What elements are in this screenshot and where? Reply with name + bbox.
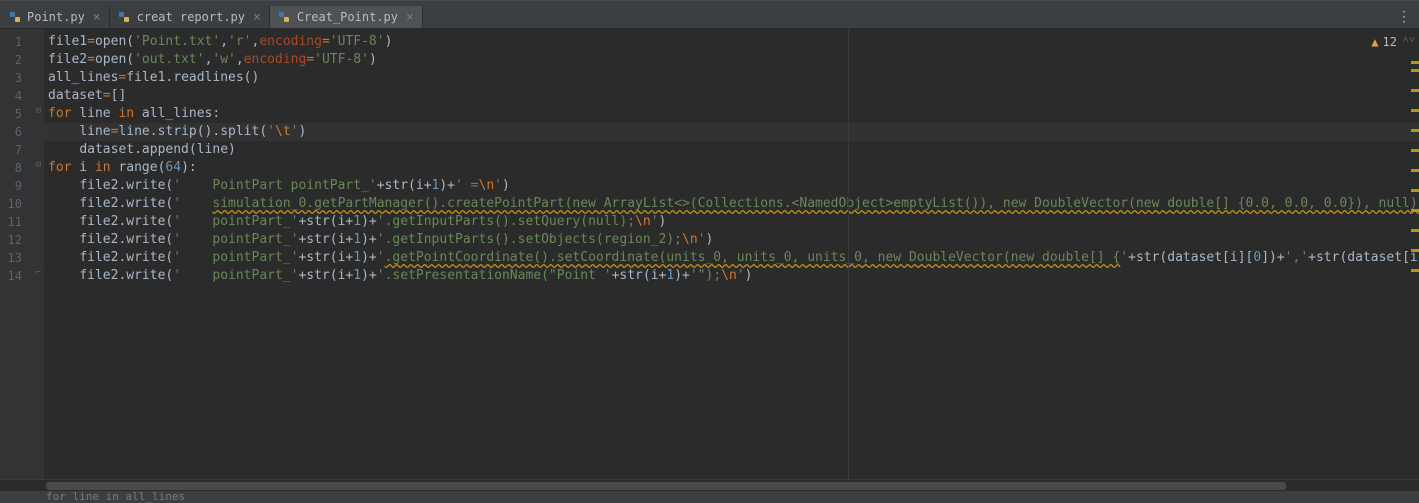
line-number: 12 [0,231,44,249]
warning-marker[interactable] [1411,149,1419,152]
line-number: 2 [0,51,44,69]
line-number: 8⊟ [0,159,44,177]
line-number: 7 [0,141,44,159]
error-stripe[interactable] [1409,59,1419,449]
line-number: 4 [0,87,44,105]
warning-marker[interactable] [1411,61,1419,64]
tab-label: Point.py [27,10,85,24]
horizontal-scrollbar[interactable] [0,479,1419,491]
right-margin-guide [848,29,849,479]
warning-count: 12 [1383,35,1397,49]
warning-marker[interactable] [1411,69,1419,72]
warning-marker[interactable] [1411,109,1419,112]
close-icon[interactable]: × [253,10,261,25]
code-line-9[interactable]: file2.write(' PointPart pointPart_'+str(… [44,177,1419,195]
breadcrumb-text: for line in all_lines [46,490,185,503]
close-icon[interactable]: × [406,10,414,25]
code-line-4[interactable]: dataset=[] [44,87,1419,105]
editor-tab-bar: Point.py × creat report.py × Creat_Point… [0,6,1419,29]
python-file-icon [8,10,22,24]
warning-marker[interactable] [1411,209,1419,212]
code-line-13[interactable]: file2.write(' pointPart_'+str(i+1)+'.get… [44,249,1419,267]
code-line-5[interactable]: for line in all_lines: [44,105,1419,123]
tab-creat-point-py[interactable]: Creat_Point.py × [270,6,423,28]
tab-menu-icon[interactable]: ⋮ [1389,9,1419,25]
warning-marker[interactable] [1411,189,1419,192]
warning-icon: ▲ [1371,35,1378,49]
line-number-gutter: 1 2 3 4 5⊟ 6 7 8⊟ 9 10 11 12 13 14⌐ [0,29,44,479]
code-line-3[interactable]: all_lines=file1.readlines() [44,69,1419,87]
warning-marker[interactable] [1411,169,1419,172]
code-line-8[interactable]: for i in range(64): [44,159,1419,177]
fold-icon[interactable]: ⊟ [32,107,41,116]
code-line-10[interactable]: file2.write(' simulation_0.getPartManage… [44,195,1419,213]
line-number: 3 [0,69,44,87]
warning-marker[interactable] [1411,249,1419,252]
line-number: 13 [0,249,44,267]
warning-marker[interactable] [1411,89,1419,92]
line-number: 1 [0,33,44,51]
warning-marker[interactable] [1411,229,1419,232]
code-editor[interactable]: 1 2 3 4 5⊟ 6 7 8⊟ 9 10 11 12 13 14⌐ file… [0,29,1419,479]
tab-label: creat report.py [137,10,245,24]
line-number: 6 [0,123,44,141]
code-line-14[interactable]: file2.write(' pointPart_'+str(i+1)+'.set… [44,267,1419,285]
tab-creat-report-py[interactable]: creat report.py × [110,6,270,28]
nav-up-icon[interactable]: ˄ [1403,35,1409,46]
tab-label: Creat_Point.py [297,10,398,24]
python-file-icon [278,10,292,24]
inspections-widget[interactable]: ▲ 12 [1371,35,1397,49]
line-number: 14⌐ [0,267,44,285]
code-content[interactable]: file1=open('Point.txt','r',encoding='UTF… [44,29,1419,479]
scrollbar-thumb[interactable] [46,482,1286,490]
code-line-2[interactable]: file2=open('out.txt','w',encoding='UTF-8… [44,51,1419,69]
line-number: 10 [0,195,44,213]
line-number: 11 [0,213,44,231]
python-file-icon [118,10,132,24]
breadcrumb-bar: for line in all_lines [0,491,1419,503]
warning-marker[interactable] [1411,129,1419,132]
fold-end-icon[interactable]: ⌐ [32,269,41,278]
line-number: 9 [0,177,44,195]
code-line-1[interactable]: file1=open('Point.txt','r',encoding='UTF… [44,33,1419,51]
code-line-11[interactable]: file2.write(' pointPart_'+str(i+1)+'.get… [44,213,1419,231]
warning-marker[interactable] [1411,269,1419,272]
code-line-12[interactable]: file2.write(' pointPart_'+str(i+1)+'.get… [44,231,1419,249]
close-icon[interactable]: × [93,10,101,25]
code-line-6[interactable]: line=line.strip().split('\t') [44,123,1419,141]
code-line-7[interactable]: dataset.append(line) [44,141,1419,159]
nav-down-icon[interactable]: ˅ [1409,35,1415,46]
fold-icon[interactable]: ⊟ [32,161,41,170]
line-number: 5⊟ [0,105,44,123]
tab-point-py[interactable]: Point.py × [0,6,110,28]
